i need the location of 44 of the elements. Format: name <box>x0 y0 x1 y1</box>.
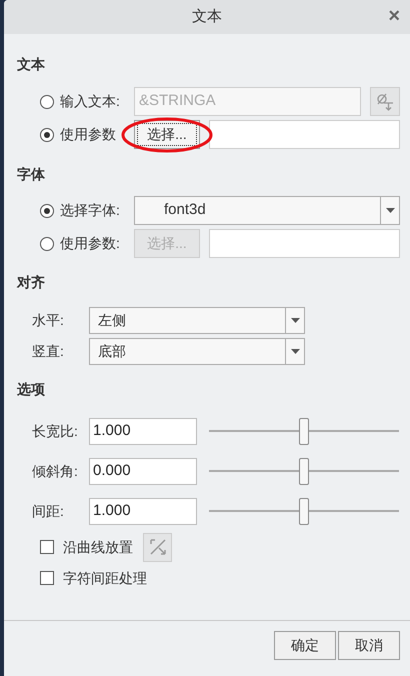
slider-track[interactable] <box>209 418 399 445</box>
section-heading: 选项 <box>17 380 46 399</box>
curve-button[interactable] <box>143 532 172 562</box>
option-label: 输入文本: <box>60 92 121 111</box>
close-button[interactable]: × <box>388 6 400 26</box>
dropdown-arrow-icon <box>290 349 300 354</box>
symbol-icon <box>375 92 395 112</box>
slider-thumb[interactable] <box>299 458 309 485</box>
field-label: 倾斜角: <box>32 462 79 481</box>
slider-track[interactable] <box>209 458 399 485</box>
option-label: 使用参数: <box>60 234 121 253</box>
alignment-dropdown[interactable]: 左侧 <box>89 307 305 334</box>
option-label: 选择字体: <box>60 201 121 220</box>
dialog-button[interactable]: 取消 <box>338 631 400 660</box>
field-label: 长宽比: <box>32 422 79 441</box>
field-label: 间距: <box>32 502 65 521</box>
symbol-button[interactable] <box>370 87 400 116</box>
window-title: 文本 <box>192 6 222 27</box>
value-field[interactable]: 1.000 <box>89 498 197 525</box>
alignment-dropdown[interactable]: 底部 <box>89 338 305 365</box>
dropdown-arrow-icon <box>386 208 394 213</box>
radio-button[interactable] <box>40 204 54 218</box>
dropdown-arrow-icon <box>290 318 300 323</box>
parameter-field[interactable] <box>209 229 400 258</box>
field-label: 水平: <box>32 311 65 330</box>
section-heading: 对齐 <box>17 273 46 292</box>
section-heading: 文本 <box>17 55 46 74</box>
field-label: 竖直: <box>32 342 65 361</box>
value-field[interactable]: 0.000 <box>89 458 197 485</box>
diagonal-arrows-icon <box>148 537 168 557</box>
parameter-field[interactable] <box>209 120 400 149</box>
checkbox[interactable] <box>40 540 54 554</box>
checkbox-label: 字符间距处理 <box>63 568 147 588</box>
font-dropdown[interactable]: font3d <box>134 196 400 225</box>
slider-thumb[interactable] <box>299 498 309 525</box>
slider-thumb[interactable] <box>299 418 309 445</box>
checkbox-label: 沿曲线放置 <box>63 538 133 556</box>
option-label: 使用参数 <box>60 125 117 144</box>
value-field[interactable]: 1.000 <box>89 418 197 445</box>
slider-track[interactable] <box>209 498 399 525</box>
dialog-button[interactable]: 确定 <box>274 631 336 660</box>
checkbox[interactable] <box>40 571 54 585</box>
radio-button[interactable] <box>40 128 54 142</box>
section-heading: 字体 <box>17 165 46 184</box>
